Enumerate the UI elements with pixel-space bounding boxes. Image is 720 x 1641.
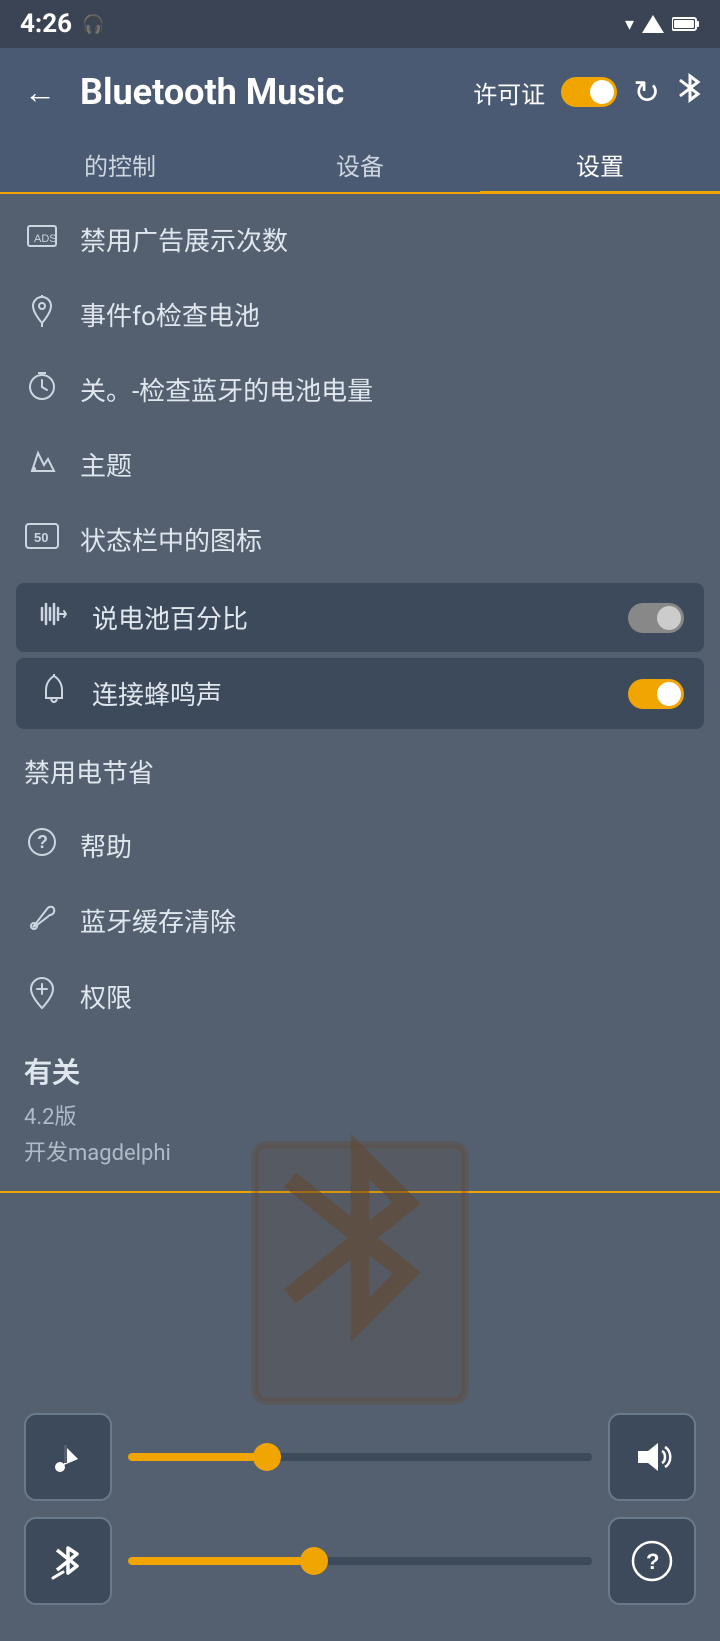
connect-beep-label: 连接蜂鸣声 bbox=[92, 675, 608, 712]
help-icon: ? bbox=[24, 826, 60, 865]
status-time: 4:26 bbox=[20, 9, 72, 39]
about-version: 4.2版 bbox=[24, 1099, 696, 1131]
refresh-icon[interactable]: ↻ bbox=[633, 73, 660, 111]
tab-devices[interactable]: 设备 bbox=[240, 136, 480, 192]
statusbar-label: 状态栏中的图标 bbox=[80, 521, 696, 558]
middle-area bbox=[0, 1193, 720, 1393]
list-item-help[interactable]: ? 帮助 bbox=[0, 808, 720, 883]
svg-text:?: ? bbox=[37, 832, 48, 852]
theme-label: 主题 bbox=[80, 446, 696, 483]
header-actions: 许可证 ↻ bbox=[473, 72, 704, 112]
tabs: 的控制 设备 设置 bbox=[0, 136, 720, 194]
toggle-on-knob bbox=[657, 682, 681, 706]
tab-settings[interactable]: 设置 bbox=[480, 136, 720, 192]
battery-icon bbox=[672, 16, 700, 32]
bt-slider-thumb[interactable] bbox=[300, 1547, 328, 1575]
settings-list: ADS 禁用广告展示次数 事件fo检查电池 关。-检查蓝牙的电池电量 bbox=[0, 194, 720, 1191]
event-icon bbox=[24, 295, 60, 334]
disable-power-label: 禁用电节省 bbox=[24, 753, 696, 790]
bluetooth-header-icon[interactable] bbox=[676, 72, 704, 112]
toggle-knob bbox=[590, 80, 614, 104]
statusbar-icon: 50 bbox=[24, 520, 60, 559]
wrench-icon bbox=[24, 901, 60, 940]
header: ← Bluetooth Music 许可证 ↻ bbox=[0, 48, 720, 136]
timer-label: 关。-检查蓝牙的电池电量 bbox=[80, 371, 696, 408]
help-label: 帮助 bbox=[80, 827, 696, 864]
bt-slider-fill bbox=[128, 1557, 314, 1565]
status-right: ▾ bbox=[625, 14, 700, 35]
battery-percent-icon bbox=[36, 600, 72, 635]
theme-icon bbox=[24, 445, 60, 484]
bt-cache-label: 蓝牙缓存清除 bbox=[80, 902, 696, 939]
list-item-timer[interactable]: 关。-检查蓝牙的电池电量 bbox=[0, 352, 720, 427]
bell-icon bbox=[36, 674, 72, 713]
svg-text:50: 50 bbox=[34, 530, 48, 545]
music-slider-track[interactable] bbox=[128, 1453, 592, 1461]
signal-icon bbox=[642, 15, 664, 33]
music-slider-thumb[interactable] bbox=[253, 1443, 281, 1471]
page-title: Bluetooth Music bbox=[80, 71, 457, 113]
bt-slider-track[interactable] bbox=[128, 1557, 592, 1565]
toggle-connect-beep[interactable]: 连接蜂鸣声 bbox=[16, 658, 704, 729]
toggle-battery-percent[interactable]: 说电池百分比 bbox=[16, 583, 704, 652]
svg-text:ADS: ADS bbox=[34, 233, 57, 245]
list-item-event[interactable]: 事件fo检查电池 bbox=[0, 277, 720, 352]
music-button[interactable] bbox=[24, 1413, 112, 1501]
status-left: 4:26 🎧 bbox=[20, 9, 105, 39]
ads-icon: ADS bbox=[24, 220, 60, 259]
about-title: 有关 bbox=[24, 1051, 696, 1091]
list-item-permissions[interactable]: 权限 bbox=[0, 958, 720, 1035]
list-item-bt-cache[interactable]: 蓝牙缓存清除 bbox=[0, 883, 720, 958]
back-button[interactable]: ← bbox=[16, 65, 64, 119]
bt-player-row: ? bbox=[24, 1517, 696, 1605]
battery-percent-label: 说电池百分比 bbox=[92, 599, 608, 636]
connect-beep-toggle[interactable] bbox=[628, 679, 684, 709]
music-slider-fill bbox=[128, 1453, 267, 1461]
volume-button[interactable] bbox=[608, 1413, 696, 1501]
bluetooth-watermark bbox=[220, 1133, 500, 1453]
plus-location-icon bbox=[24, 976, 60, 1017]
list-item-ads[interactable]: ADS 禁用广告展示次数 bbox=[0, 202, 720, 277]
list-item-theme[interactable]: 主题 bbox=[0, 427, 720, 502]
help-circle-button[interactable]: ? bbox=[608, 1517, 696, 1605]
event-label: 事件fo检查电池 bbox=[80, 296, 696, 333]
wifi-icon: ▾ bbox=[625, 14, 634, 35]
license-toggle[interactable] bbox=[561, 77, 617, 107]
svg-text:?: ? bbox=[646, 1549, 659, 1574]
list-item-statusbar[interactable]: 50 状态栏中的图标 bbox=[0, 502, 720, 577]
permissions-label: 权限 bbox=[80, 978, 696, 1015]
timer-icon bbox=[24, 370, 60, 409]
ads-label: 禁用广告展示次数 bbox=[80, 221, 696, 258]
toggle-off-knob bbox=[657, 606, 681, 630]
status-bar: 4:26 🎧 ▾ bbox=[0, 0, 720, 48]
battery-percent-toggle[interactable] bbox=[628, 603, 684, 633]
tab-control[interactable]: 的控制 bbox=[0, 136, 240, 192]
bluetooth-player-button[interactable] bbox=[24, 1517, 112, 1605]
headphones-icon: 🎧 bbox=[82, 14, 104, 35]
license-label: 许可证 bbox=[473, 75, 545, 110]
list-item-disable-power[interactable]: 禁用电节省 bbox=[0, 735, 720, 808]
